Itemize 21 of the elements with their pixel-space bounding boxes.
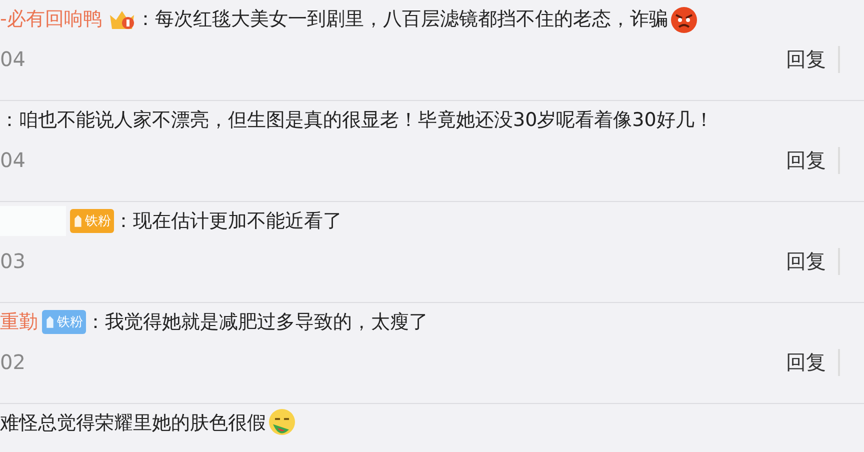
comment-text: 咱也不能说人家不漂亮，但生图是真的很显老！毕竟她还没30岁呢看着像30好几！ bbox=[19, 108, 714, 133]
comment-date: 02 bbox=[0, 350, 26, 374]
comment-text: 我觉得她就是减肥过多导致的，太瘦了 bbox=[105, 310, 428, 335]
fan-badge: 铁粉 bbox=[70, 209, 114, 233]
comment-text: 每次红毯大美女一到剧里，八百层滤镜都挡不住的老态，诈骗 bbox=[154, 7, 668, 32]
reply-button[interactable]: 回复 bbox=[774, 248, 840, 274]
reply-button[interactable]: 回复 bbox=[774, 146, 840, 174]
watermelon-face-icon bbox=[267, 408, 297, 438]
comment-date: 04 bbox=[0, 148, 26, 172]
colon: ： bbox=[86, 310, 105, 335]
colon: ： bbox=[136, 7, 155, 32]
comment-date: 03 bbox=[0, 249, 26, 273]
colon: ： bbox=[114, 209, 133, 234]
reply-button[interactable]: 回复 bbox=[774, 46, 840, 72]
comment-text: 难怪总觉得荣耀里她的肤色很假 bbox=[0, 411, 266, 436]
fan-badge: 铁粉 bbox=[42, 310, 86, 334]
comment-date: 04 bbox=[0, 47, 26, 71]
comment-text: 现在估计更加不能近看了 bbox=[133, 209, 342, 234]
reply-button[interactable]: 回复 bbox=[774, 348, 840, 376]
angry-face-icon bbox=[668, 4, 699, 34]
colon: ： bbox=[0, 108, 19, 133]
